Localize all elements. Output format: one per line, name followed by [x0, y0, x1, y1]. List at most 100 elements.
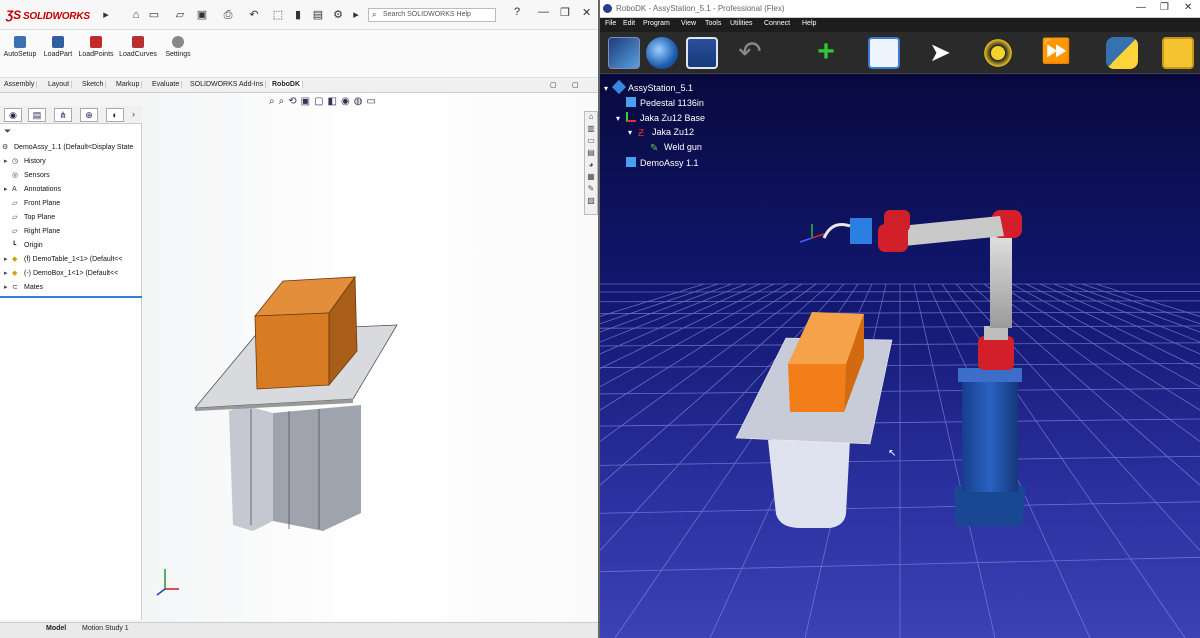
tree-item-right-plane[interactable]: ▱ Right Plane: [4, 226, 60, 238]
undo-icon[interactable]: ↶: [734, 37, 766, 69]
display-tab-icon[interactable]: ◐: [106, 108, 124, 122]
tree-item-origin[interactable]: ┗ Origin: [4, 240, 43, 252]
add-frame-icon[interactable]: +: [810, 37, 842, 69]
tab-markup[interactable]: Markup: [114, 81, 143, 88]
collision-icon[interactable]: [982, 37, 1014, 69]
run-icon[interactable]: ⏩: [1040, 37, 1072, 69]
tree-item-top-plane[interactable]: ▱ Top Plane: [4, 212, 55, 224]
tree-item-station[interactable]: ▾ AssyStation_5.1: [604, 79, 693, 95]
menu-connect[interactable]: Connect: [764, 20, 790, 27]
feature-tree-tab-icon[interactable]: ◉: [4, 108, 22, 122]
robot-wrist-2: [884, 210, 910, 232]
robodk-window: RoboDK - AssyStation_5.1 - Professional …: [600, 0, 1200, 638]
search-input[interactable]: ⌕ Search SOLIDWORKS Help: [368, 8, 496, 22]
tree-item-root[interactable]: ⚙ DemoAssy_1.1 (Default<Display State: [2, 142, 133, 154]
solidworks-logo[interactable]: ƷS SOLIDWORKS: [6, 8, 90, 22]
tab-sketch[interactable]: Sketch: [80, 81, 107, 88]
open-icon[interactable]: [608, 37, 640, 69]
tab-assembly[interactable]: Assembly: [2, 81, 38, 88]
menu-tools[interactable]: Tools: [705, 20, 721, 27]
package-icon[interactable]: [1162, 37, 1194, 69]
config-tab-icon[interactable]: ⋔: [54, 108, 72, 122]
tree-item-weld-gun[interactable]: ✎ Weld gun: [640, 142, 702, 154]
station-icon: [611, 79, 627, 95]
tree-item-history[interactable]: ▸ ◷ History: [4, 156, 46, 168]
tree-item-front-plane[interactable]: ▱ Front Plane: [4, 198, 60, 210]
close-icon[interactable]: ✕: [582, 6, 591, 19]
more-icon[interactable]: ▸: [348, 7, 364, 23]
new-file-icon[interactable]: ▭: [146, 7, 162, 23]
floor-grid: [600, 283, 1200, 638]
tab-more-icon[interactable]: ▢: [570, 81, 581, 89]
robot-forearm: [900, 216, 1004, 246]
save-icon[interactable]: [686, 37, 718, 69]
part-icon: ◆: [12, 270, 18, 277]
solidworks-viewport[interactable]: ⌕ ⌕ ⟲ ▣ ▢ ◧ ◉ ◍ ▭ ⌂ ▥ ▭ ▤ ◕ ▦ ✎ ▧: [143, 93, 598, 623]
tree-item-pedestal[interactable]: Pedestal 1136in: [616, 97, 704, 108]
restore-icon[interactable]: ❐: [1160, 2, 1169, 13]
robot-upper-arm: [990, 224, 1012, 328]
menu-utilities[interactable]: Utilities: [730, 20, 753, 27]
dimxpert-tab-icon[interactable]: ⊕: [80, 108, 98, 122]
menu-expand-icon[interactable]: ▸: [98, 7, 114, 23]
chevron-right-icon[interactable]: ›: [132, 109, 135, 119]
tab-robodk[interactable]: RoboDK: [270, 81, 303, 88]
menu-view[interactable]: View: [681, 20, 696, 27]
grid-line: [1039, 283, 1200, 355]
menu-program[interactable]: Program: [643, 20, 670, 27]
grid-line: [1067, 283, 1200, 333]
settings-button[interactable]: Settings: [158, 36, 198, 58]
robodk-3d-view[interactable]: ↖ ▾ AssyStation_5.1 Pedestal 1136in ▾ Jaka…: [600, 74, 1200, 638]
restore-icon[interactable]: ❐: [560, 6, 570, 19]
loadcurves-button[interactable]: LoadCurves: [118, 36, 158, 58]
tree-item-mates[interactable]: ▸ ⊂ Mates: [4, 282, 43, 294]
save-icon[interactable]: ▣: [194, 7, 210, 23]
help-icon[interactable]: ?: [514, 6, 520, 18]
robot-base-link: [984, 326, 1008, 340]
loadpoints-button[interactable]: LoadPoints: [76, 36, 116, 58]
robot-pedestal: [962, 374, 1018, 492]
autosetup-button[interactable]: AutoSetup: [0, 36, 40, 58]
world-icon[interactable]: [646, 37, 678, 69]
tree-item-sensors[interactable]: ◎ Sensors: [4, 170, 50, 182]
filter-icon[interactable]: ⏷: [4, 126, 11, 137]
grid-line: [600, 283, 775, 369]
tree-item-robot[interactable]: ▾ Ƶ Jaka Zu12: [628, 127, 694, 139]
minimize-icon[interactable]: —: [538, 6, 549, 18]
select-icon[interactable]: ➤: [924, 37, 956, 69]
loadpart-button[interactable]: LoadPart: [38, 36, 78, 58]
grid-line: [1081, 283, 1200, 325]
menu-edit[interactable]: Edit: [623, 20, 635, 27]
options-icon[interactable]: ⚙: [330, 7, 346, 23]
tab-motion-study[interactable]: Motion Study 1: [82, 625, 129, 632]
tab-layout[interactable]: Layout: [46, 81, 73, 88]
minimize-icon[interactable]: —: [1136, 2, 1146, 13]
python-icon[interactable]: [1106, 37, 1138, 69]
tree-item-demotable[interactable]: ▸ ◆ (f) DemoTable_1<1> (Default<<: [4, 254, 122, 266]
rebuild-icon[interactable]: ▮: [290, 7, 306, 23]
menu-help[interactable]: Help: [802, 20, 816, 27]
tab-addins[interactable]: SOLIDWORKS Add-Ins: [188, 81, 267, 88]
grid-line: [600, 283, 733, 333]
fit-all-icon[interactable]: [868, 37, 900, 69]
tree-item-robot-base[interactable]: ▾ Jaka Zu12 Base: [616, 112, 705, 123]
print-icon[interactable]: ⎙: [220, 7, 236, 23]
file-properties-icon[interactable]: ▤: [310, 7, 326, 23]
property-tab-icon[interactable]: ▤: [28, 108, 46, 122]
tab-model[interactable]: Model: [46, 625, 66, 632]
tree-item-demobox[interactable]: ▸ ◆ (-) DemoBox_1<1> (Default<<: [4, 268, 118, 280]
tab-options-icon[interactable]: ▢: [548, 81, 559, 89]
tool-x-axis: [811, 233, 825, 239]
open-file-icon[interactable]: ▱: [172, 7, 188, 23]
tab-evaluate[interactable]: Evaluate: [150, 81, 183, 88]
tree-item-demoassy[interactable]: DemoAssy 1.1: [616, 157, 699, 168]
undo-icon[interactable]: ↶: [246, 7, 262, 23]
tree-item-annotations[interactable]: ▸ A Annotations: [4, 184, 61, 196]
grid-line: [600, 283, 747, 343]
select-icon[interactable]: ⬚: [270, 7, 286, 23]
frame-icon: [626, 112, 636, 122]
bottom-tabs: Model Motion Study 1: [0, 622, 598, 638]
menu-file[interactable]: File: [605, 20, 616, 27]
close-icon[interactable]: ✕: [1184, 2, 1192, 13]
home-icon[interactable]: ⌂: [128, 7, 144, 23]
